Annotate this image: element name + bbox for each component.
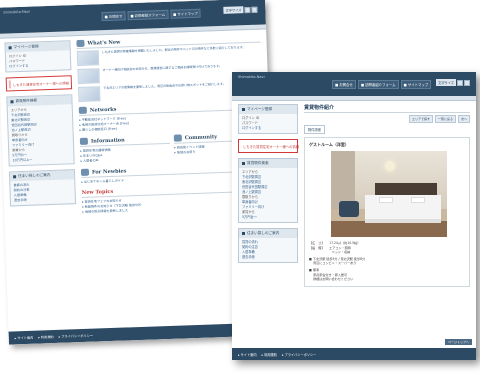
bullet-icon xyxy=(10,100,14,104)
footer-link[interactable]: ▸ プライバシーポリシー xyxy=(282,352,316,357)
font-size-small-button[interactable] xyxy=(244,6,251,13)
news-thumbnail xyxy=(77,68,100,85)
nav-contact-link[interactable]: ■ お問合せ xyxy=(101,11,126,22)
footer-link[interactable]: ▸ プライバシーポリシー xyxy=(59,333,94,339)
font-size-large-button[interactable] xyxy=(464,79,470,86)
flag-icon xyxy=(80,168,90,176)
page-title: 賃貸物件紹介 xyxy=(304,104,470,113)
tab-details[interactable]: 物件詳細 xyxy=(304,125,325,134)
news-icon xyxy=(76,39,85,48)
left-sidebar: マイページ登録 ログイン ID パスワード ログインする しもきた賃貸住宅オーナ… xyxy=(4,40,77,211)
footer-link[interactable]: ▸ サイト案内 xyxy=(15,335,34,341)
font-size-large-button[interactable] xyxy=(251,6,258,13)
left-sidebar: マイページ登録 ログイン ID パスワード ログインする しもきた賃貸住宅オーナ… xyxy=(238,104,299,268)
information-section: Information ▸ 賃貸住宅の最新情報 ▸ 住まいのQ&A ▸ 入居者の… xyxy=(79,134,171,164)
owner-banner[interactable]: しもきた賃貸住宅オーナー様への情報 xyxy=(5,75,73,92)
bullet-icon xyxy=(242,162,245,165)
nav-form-link[interactable]: ■ 訪問者紹介フォーム xyxy=(357,80,399,89)
guide-link[interactable]: 退去手続 xyxy=(14,196,72,203)
guide-link[interactable]: 退去手続 xyxy=(242,255,294,260)
search-link[interactable]: 10万円以上〜 xyxy=(12,156,70,163)
site-logo[interactable]: しもきたナビ Shimokita-Navi xyxy=(3,10,124,50)
owner-banner[interactable]: しもきた賃貸住宅オーナー様への情報 xyxy=(238,139,299,153)
login-link[interactable]: ログインする xyxy=(9,62,67,69)
font-size-small-button[interactable] xyxy=(457,79,463,86)
site-footer: ▸ サイト案内 ▸ 利用規約 ▸ プライバシーポリシー xyxy=(232,348,476,360)
crumb-link[interactable]: エリアで探す xyxy=(408,115,433,123)
crumb-link[interactable]: 一覧に戻る xyxy=(434,115,456,123)
nav-contact-link[interactable]: ■ お問合せ xyxy=(332,80,356,89)
tab-row: 物件詳細 xyxy=(304,125,470,134)
front-page-window: しもきたナビ Shimokita-Navi ■ お問合せ ■ 訪問者紹介フォーム… xyxy=(232,72,476,360)
banner-image xyxy=(8,80,11,89)
top-nav: ■ お問合せ ■ 訪問者紹介フォーム ■ サイトマップ xyxy=(332,80,432,89)
search-link[interactable]: 5万円台〜 xyxy=(242,215,294,220)
main-content: 賃貸物件紹介 エリアで探す 一覧に戻る 次へ 物件詳細 ゲストルーム（洋室） 【… xyxy=(304,104,470,287)
room-details: 【広 さ】 17.24㎡（約10.5帖） 【設 備】 エアコン・照明 ベッド・収… xyxy=(309,241,366,282)
site-header: しもきたナビ Shimokita-Navi ■ お問合せ ■ 訪問者紹介フォーム… xyxy=(232,72,476,114)
nav-form-link[interactable]: ■ 訪問者紹介フォーム xyxy=(127,9,169,21)
room-photo xyxy=(331,151,447,237)
site-logo[interactable]: しもきたナビ Shimokita-Navi xyxy=(238,75,352,113)
crumb-link[interactable]: 次へ xyxy=(457,115,470,123)
login-link[interactable]: ログインする xyxy=(242,126,294,131)
bullet-icon xyxy=(242,232,245,235)
property-search-box: 賃貸物件検索 エリアから 下北沢駅周辺 東北沢駅周辺 世田谷代田駅周辺 池ノ上駅… xyxy=(6,94,75,167)
mypage-box: マイページ登録 ログイン ID パスワード ログインする xyxy=(238,104,298,134)
mypage-box: マイページ登録 ログイン ID パスワード ログインする xyxy=(4,40,72,73)
community-icon xyxy=(173,134,182,142)
bullet-icon xyxy=(8,46,12,50)
top-nav: ■ お問合せ ■ 訪問者紹介フォーム ■ サイトマップ xyxy=(101,8,201,22)
bullet-icon xyxy=(242,108,245,111)
font-size-control: 文字サイズ xyxy=(223,6,258,14)
property-search-box: 賃貸物件検索 エリアから 下北沢駅周辺 東北沢駅周辺 世田谷代田駅周辺 池ノ上駅… xyxy=(238,158,298,223)
guide-box: 住まい探しのご案内 賃貸の流れ 契約の注意 入居準備 退去手続 xyxy=(8,169,77,207)
page-top-button[interactable]: ページトップへ xyxy=(445,339,472,345)
breadcrumb: エリアで探す 一覧に戻る 次へ xyxy=(304,115,470,123)
header-subbar xyxy=(232,96,476,101)
network-icon xyxy=(78,106,87,114)
nav-sitemap-link[interactable]: ■ サイトマップ xyxy=(400,80,432,89)
footer-link[interactable]: ▸ 利用規約 xyxy=(262,352,277,357)
footer-link[interactable]: ▸ 利用規約 xyxy=(38,334,54,340)
news-thumbnail xyxy=(78,86,101,102)
font-size-control: 文字サイズ xyxy=(436,79,470,86)
info-icon xyxy=(79,137,89,145)
room-detail-box: ゲストルーム（洋室） 【広 さ】 17.24㎡（約10.5帖） 【設 備】 エア… xyxy=(304,137,470,287)
room-name: ゲストルーム（洋室） xyxy=(309,142,349,147)
bullet-icon xyxy=(13,175,17,179)
nav-sitemap-link[interactable]: ■ サイトマップ xyxy=(169,8,201,19)
news-thumbnail xyxy=(76,50,100,67)
guide-box: 住まい探しのご案内 賃貸の流れ 契約の注意 入居準備 退去手続 xyxy=(238,228,298,263)
footer-link[interactable]: ▸ サイト案内 xyxy=(238,352,257,357)
